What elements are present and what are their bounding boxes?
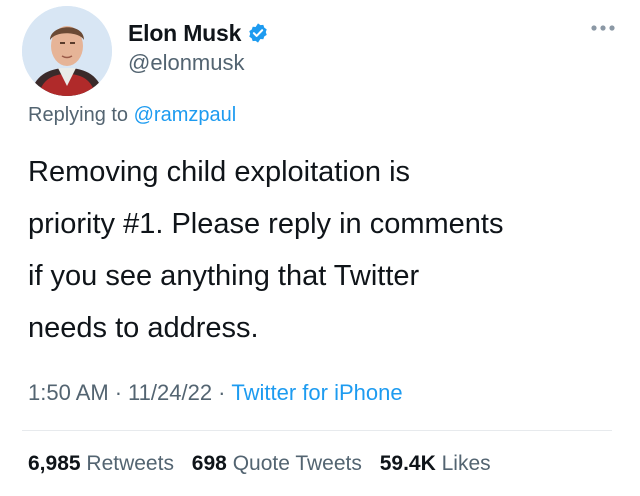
author-handle[interactable]: @elonmusk	[128, 50, 269, 76]
likes-count: 59.4K	[379, 452, 436, 475]
avatar[interactable]	[22, 6, 112, 96]
tweet-stats: 6,985 Retweets 698 Quote Tweets 59.4K Li…	[28, 452, 503, 476]
retweets-count: 6,985	[28, 452, 81, 475]
quote-tweets-count: 698	[191, 452, 227, 475]
quote-tweets-label: Quote Tweets	[232, 452, 362, 475]
reply-mention-link[interactable]: @ramzpaul	[134, 104, 237, 126]
retweets-stat[interactable]: 6,985 Retweets	[28, 452, 174, 475]
tweet-text: Removing child exploitation is priority …	[28, 146, 628, 354]
tweet-text-line: Removing child exploitation is	[28, 156, 411, 188]
retweets-label: Retweets	[86, 452, 174, 475]
quote-tweets-stat[interactable]: 698 Quote Tweets	[192, 452, 362, 475]
divider	[22, 430, 612, 431]
likes-label: Likes	[441, 452, 491, 475]
more-options-icon[interactable]	[588, 20, 618, 36]
tweet-meta: 1:50 AM · 11/24/22 · Twitter for iPhone	[28, 380, 403, 406]
meta-separator: ·	[218, 380, 226, 405]
tweet-text-line: if you see anything that Twitter	[28, 260, 420, 292]
tweet-date[interactable]: 11/24/22	[128, 380, 212, 405]
tweet-text-line: priority #1. Please reply in comments	[28, 208, 504, 240]
tweet-text-line: needs to address.	[28, 312, 259, 344]
author-names: Elon Musk @elonmusk	[128, 18, 269, 76]
meta-separator: ·	[114, 380, 123, 405]
display-name[interactable]: Elon Musk	[128, 20, 241, 47]
tweet-time[interactable]: 1:50 AM	[28, 380, 109, 405]
display-name-row: Elon Musk	[128, 18, 269, 48]
tweet-source-link[interactable]: Twitter for iPhone	[231, 380, 402, 405]
tweet-header: Elon Musk @elonmusk	[0, 0, 640, 96]
avatar-photo	[22, 6, 112, 96]
replying-to: Replying to @ramzpaul	[28, 104, 236, 127]
likes-stat[interactable]: 59.4K Likes	[380, 452, 491, 475]
replying-to-label: Replying to	[28, 104, 129, 126]
verified-badge-icon	[247, 22, 269, 44]
